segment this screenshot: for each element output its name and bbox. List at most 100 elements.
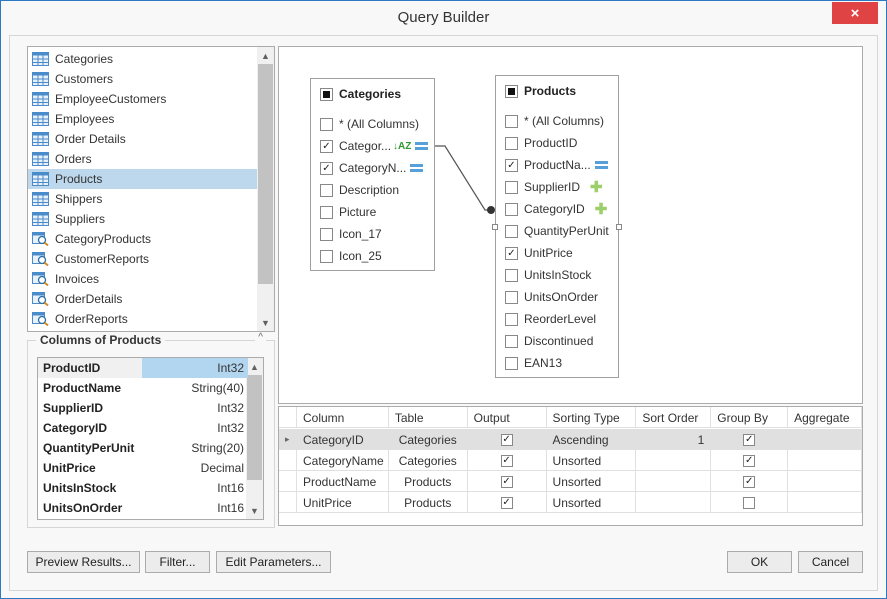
grid-row[interactable]: UnitPrice Products ✓ Unsorted [279,492,862,513]
group-by-checkbox[interactable]: ✓ [711,471,789,492]
column-checkbox[interactable]: ✓ [505,246,518,260]
scroll-down-button[interactable]: ▼ [246,502,263,519]
tables-list-scrollbar[interactable]: ▲ ▼ [257,47,274,331]
diagram-column-row[interactable]: ✓ UnitPrice [505,242,573,264]
query-diagram[interactable]: Categories * (All Columns) ✓ Categor... ↓AZ… [278,46,863,404]
output-checkbox[interactable]: ✓ [468,471,547,492]
column-checkbox[interactable] [505,312,518,326]
column-checkbox[interactable]: ✓ [320,139,333,153]
list-item[interactable]: Orders [28,149,257,169]
diagram-column-row[interactable]: Icon_25 [320,245,382,267]
column-checkbox[interactable] [320,183,333,197]
products-table-box[interactable]: Products * (All Columns) ProductID ✓ Produc… [492,75,622,378]
filter-button[interactable]: Filter... [145,551,210,573]
column-checkbox[interactable] [320,249,333,263]
sort-order-cell[interactable] [636,450,712,471]
grid-row[interactable]: ProductName Products ✓ Unsorted ✓ [279,471,862,492]
column-header[interactable]: Table [389,407,468,428]
preview-results-button[interactable]: Preview Results... [27,551,140,573]
list-item[interactable]: Invoices [28,269,257,289]
sorting-type-cell[interactable]: Unsorted [547,450,637,471]
column-checkbox[interactable] [505,180,518,194]
table-cell[interactable]: Products [389,492,468,513]
aggregate-cell[interactable] [788,450,862,471]
column-cell[interactable]: ProductName [297,471,389,492]
diagram-column-row[interactable]: SupplierID ✚ [505,176,603,198]
column-header[interactable]: Column [297,407,389,428]
column-header[interactable]: Aggregate [788,407,862,428]
diagram-column-row[interactable]: Picture [320,201,376,223]
list-item[interactable]: CustomerReports [28,249,257,269]
column-row[interactable]: ProductName String(40) [38,378,248,398]
table-cell[interactable]: Products [389,471,468,492]
column-row[interactable]: UnitsOnOrder Int16 [38,498,248,518]
column-row[interactable]: UnitsInStock Int16 [38,478,248,498]
close-button[interactable]: × [832,2,878,24]
list-item[interactable]: OrderDetails [28,289,257,309]
sorting-type-cell[interactable]: Ascending [547,429,637,450]
scroll-down-button[interactable]: ▼ [257,314,274,331]
edit-parameters-button[interactable]: Edit Parameters... [216,551,331,573]
select-all-toggle[interactable] [505,84,518,98]
diagram-column-row[interactable]: Description [320,179,399,201]
sorting-type-cell[interactable]: Unsorted [547,492,637,513]
checkbox[interactable]: ✓ [743,454,756,467]
resize-handle-left[interactable] [492,224,498,230]
checkbox[interactable]: ✓ [743,433,756,446]
diagram-column-row[interactable]: ✓ Categor... ↓AZ [320,135,429,157]
column-checkbox[interactable] [505,224,518,238]
column-row[interactable]: CategoryID Int32 [38,418,248,438]
column-checkbox[interactable] [505,114,518,128]
aggregate-cell[interactable] [788,471,862,492]
column-checkbox[interactable] [505,136,518,150]
diagram-column-row[interactable]: Discontinued [505,330,593,352]
output-checkbox[interactable]: ✓ [468,492,547,513]
list-item[interactable]: Customers [28,69,257,89]
group-by-checkbox[interactable] [711,492,789,513]
column-header[interactable]: Sort Order [636,407,712,428]
table-cell[interactable]: Categories [389,429,468,450]
list-item[interactable]: EmployeeCustomers [28,89,257,109]
categories-table-box[interactable]: Categories * (All Columns) ✓ Categor... ↓AZ… [310,78,435,271]
diagram-column-row[interactable]: ReorderLevel [505,308,596,330]
column-row[interactable]: SupplierID Int32 [38,398,248,418]
list-item[interactable]: Products [28,169,257,189]
columns-list-scrollbar[interactable]: ▲ ▼ [246,358,263,519]
diagram-column-row[interactable]: ✓ ProductNa... [505,154,608,176]
scroll-up-button[interactable]: ▲ [246,358,263,375]
column-checkbox[interactable] [320,205,333,219]
cancel-button[interactable]: Cancel [798,551,863,573]
collapse-button[interactable]: ^ [255,332,266,343]
diagram-column-row[interactable]: * (All Columns) [320,113,419,135]
diagram-column-row[interactable]: Icon_17 [320,223,382,245]
column-header[interactable]: Group By [711,407,789,428]
diagram-column-row[interactable]: ProductID [505,132,577,154]
column-checkbox[interactable]: ✓ [505,158,518,172]
tables-list[interactable]: ▲ ▼ Categories Customers EmployeeCustomers… [27,46,275,332]
diagram-column-row[interactable]: ✓ CategoryN... [320,157,424,179]
list-item[interactable]: Order Details [28,129,257,149]
grid-row[interactable]: CategoryName Categories ✓ Unsorted ✓ [279,450,862,471]
column-header[interactable]: Output [468,407,547,428]
diagram-column-row[interactable]: * (All Columns) [505,110,604,132]
ok-button[interactable]: OK [727,551,792,573]
checkbox[interactable]: ✓ [743,475,756,488]
checkbox[interactable]: ✓ [500,496,513,509]
checkbox[interactable] [743,496,756,509]
column-row[interactable]: UnitPrice Decimal [38,458,248,478]
diagram-column-row[interactable]: QuantityPerUnit [505,220,609,242]
sort-order-cell[interactable] [636,471,712,492]
output-checkbox[interactable]: ✓ [468,450,547,471]
sort-order-cell[interactable] [636,492,712,513]
column-header[interactable]: Sorting Type [547,407,637,428]
column-row[interactable]: ProductID Int32 [38,358,248,378]
scroll-up-button[interactable]: ▲ [257,47,274,64]
column-checkbox[interactable] [320,117,333,131]
column-checkbox[interactable] [320,227,333,241]
diagram-column-row[interactable]: UnitsOnOrder [505,286,598,308]
list-item[interactable]: Suppliers [28,209,257,229]
aggregate-cell[interactable] [788,429,862,450]
column-row[interactable]: QuantityPerUnit String(20) [38,438,248,458]
grid-row[interactable]: ▸ CategoryID Categories ✓ Ascending 1 ✓ [279,429,862,450]
group-by-checkbox[interactable]: ✓ [711,450,789,471]
